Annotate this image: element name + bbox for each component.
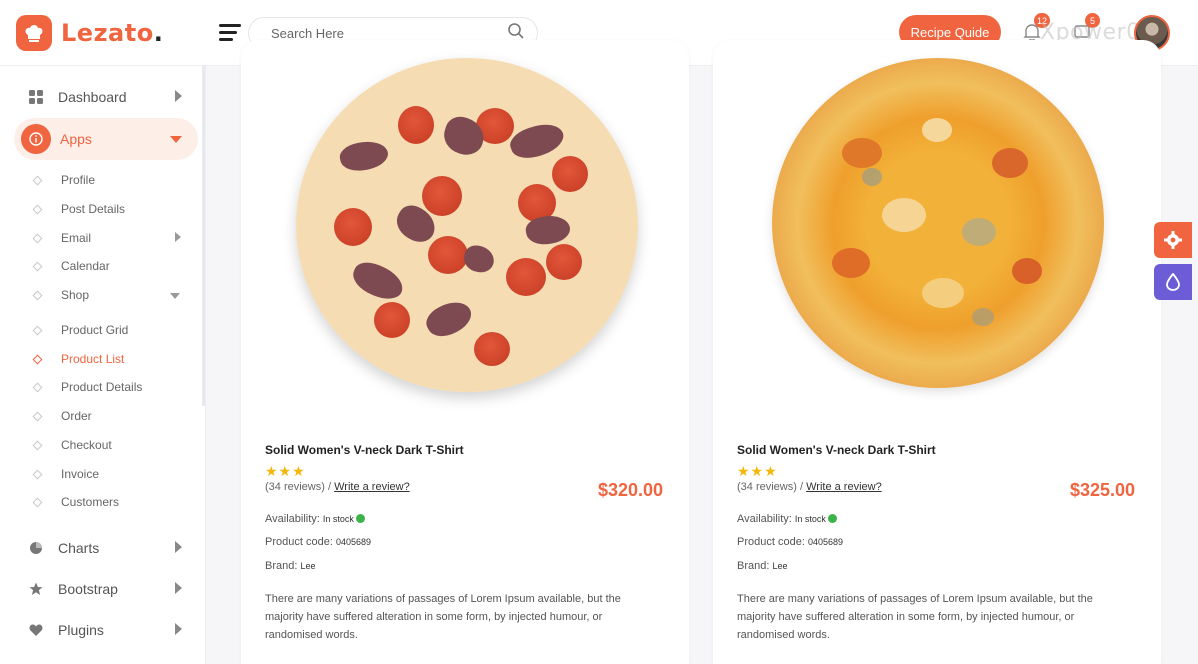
chevron-right-icon [175, 623, 182, 635]
sidebar-item-label: Apps [60, 131, 92, 147]
write-review-link[interactable]: Write a review? [334, 481, 410, 493]
rating-stars: ★★★ [737, 463, 778, 479]
sidebar-subitem-post-details[interactable]: Post Details [32, 199, 125, 219]
availability-info: Availability: In stock [265, 513, 365, 525]
reviews-text: (34 reviews) / Write a review? [737, 481, 882, 493]
sidebar-subitem-customers[interactable]: Customers [32, 492, 119, 512]
chevron-right-icon [175, 90, 182, 102]
product-code-info: Product code: 0405689 [265, 536, 371, 548]
in-stock-check-icon [355, 514, 365, 523]
brand-info: Brand: Lee [265, 560, 316, 572]
sidebar-item-apps[interactable]: Apps [14, 118, 198, 160]
chevron-right-icon [175, 232, 181, 242]
product-title[interactable]: Solid Women's V-neck Dark T-Shirt [265, 443, 464, 457]
menu-toggle-icon[interactable] [219, 24, 241, 42]
heart-icon [28, 622, 44, 638]
star-icon [28, 581, 44, 597]
brand-info: Brand: Lee [737, 560, 788, 572]
product-image[interactable] [296, 58, 638, 392]
theme-droplet-icon[interactable] [1154, 264, 1192, 300]
sidebar-item-dashboard[interactable]: Dashboard [14, 76, 198, 118]
sidebar-item-charts[interactable]: Charts [14, 527, 198, 569]
sidebar-subitem-product-details[interactable]: Product Details [32, 377, 142, 397]
product-title[interactable]: Solid Women's V-neck Dark T-Shirt [737, 443, 936, 457]
chevron-down-icon [170, 136, 182, 143]
settings-gear-icon[interactable] [1154, 222, 1192, 258]
rating-stars: ★★★ [265, 463, 306, 479]
product-description: There are many variations of passages of… [265, 593, 621, 641]
write-review-link[interactable]: Write a review? [806, 481, 882, 493]
chevron-right-icon [175, 582, 182, 594]
chevron-down-icon [170, 293, 180, 299]
sidebar-subitem-product-grid[interactable]: Product Grid [32, 320, 128, 340]
brand-logo[interactable]: Lezato. [16, 15, 163, 51]
product-code-info: Product code: 0405689 [737, 536, 843, 548]
grid-icon [28, 89, 44, 105]
sidebar-subitem-email[interactable]: Email [32, 228, 91, 248]
sidebar-item-label: Bootstrap [58, 581, 118, 597]
brand-name: Lezato. [61, 19, 164, 47]
chart-icon [28, 540, 44, 556]
sidebar-subitem-profile[interactable]: Profile [32, 170, 95, 190]
sidebar-item-bootstrap[interactable]: Bootstrap [14, 568, 198, 610]
product-price: $320.00 [598, 480, 664, 500]
chevron-right-icon [175, 541, 182, 553]
product-price: $325.00 [1070, 480, 1136, 500]
reviews-text: (34 reviews) / Write a review? [265, 481, 410, 493]
product-image[interactable] [772, 58, 1104, 388]
sidebar-item-label: Plugins [58, 622, 104, 638]
availability-info: Availability: In stock [737, 513, 837, 525]
sidebar-subitem-calendar[interactable]: Calendar [32, 256, 110, 276]
sidebar-item-label: Dashboard [58, 89, 127, 105]
sidebar-subitem-checkout[interactable]: Checkout [32, 435, 112, 455]
sidebar-item-label: Charts [58, 540, 100, 556]
sidebar-subitem-shop[interactable]: Shop [32, 285, 89, 305]
sidebar-subitem-invoice[interactable]: Invoice [32, 464, 99, 484]
sidebar-subitem-order[interactable]: Order [32, 406, 92, 426]
sidebar-scrollbar[interactable] [202, 66, 205, 406]
in-stock-check-icon [827, 514, 837, 523]
product-description: There are many variations of passages of… [737, 593, 1093, 641]
chef-hat-icon [16, 15, 52, 51]
sidebar: Dashboard Apps Profile Post Details Emai… [0, 66, 206, 664]
info-icon [21, 124, 51, 154]
sidebar-subitem-product-list[interactable]: Product List [32, 349, 124, 369]
search-input[interactable] [271, 25, 507, 41]
sidebar-item-plugins[interactable]: Plugins [14, 609, 198, 651]
